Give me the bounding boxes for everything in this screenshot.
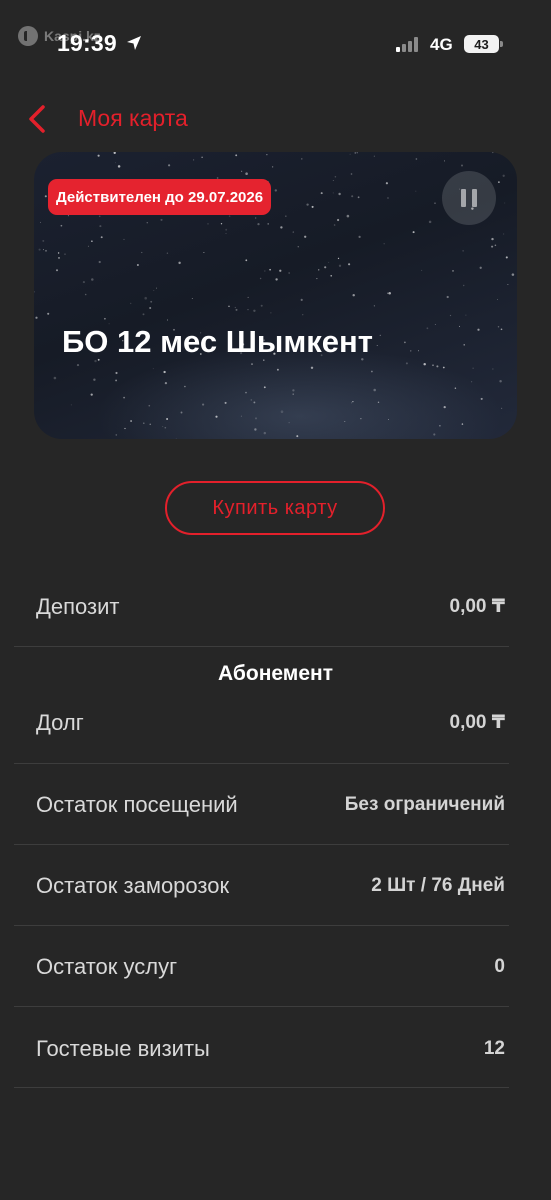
validity-badge: Действителен до 29.07.2026: [48, 179, 272, 215]
battery-tip: [500, 41, 503, 47]
freezes-left-row: Остаток заморозок 2 Шт / 76 Дней: [14, 845, 509, 926]
card-title: БО 12 мес Шымкент: [62, 324, 373, 359]
pause-icon-bar: [472, 189, 477, 207]
debt-row: Долг 0,00 ₸: [14, 700, 509, 764]
debt-label: Долг: [36, 710, 84, 735]
network-type: 4G: [430, 35, 453, 54]
freezes-left-value: 2 Шт / 76 Дней: [371, 875, 505, 896]
visits-left-row: Остаток посещений Без ограничений: [14, 764, 509, 845]
guest-visits-value: 12: [483, 1038, 505, 1059]
status-bar: Kaspi.kz 19:39 4G 43: [0, 0, 551, 90]
deposit-label: Депозит: [36, 594, 120, 619]
guest-visits-label: Гостевые визиты: [36, 1036, 210, 1061]
location-arrow-icon: [127, 36, 141, 50]
debt-value: 0,00 ₸: [449, 712, 505, 733]
deposit-value: 0,00 ₸: [449, 596, 505, 617]
pause-icon: [461, 189, 466, 207]
signal-bars-icon: [396, 37, 418, 52]
services-left-label: Остаток услуг: [36, 954, 178, 979]
chevron-left-icon: [29, 105, 45, 133]
battery-icon: 43: [464, 35, 499, 53]
page-title: Моя карта: [78, 105, 188, 131]
battery-level: 43: [474, 36, 489, 52]
header: Моя карта: [0, 90, 551, 150]
visits-left-label: Остаток посещений: [36, 792, 238, 817]
services-left-row: Остаток услуг 0: [14, 926, 509, 1007]
status-time: 19:39: [57, 30, 117, 56]
services-left-value: 0: [494, 956, 505, 977]
freezes-left-label: Остаток заморозок: [36, 873, 230, 898]
guest-visits-row: Гостевые визиты 12: [14, 1007, 509, 1088]
divider: [14, 646, 509, 647]
kaspi-logo-icon: [18, 26, 38, 46]
visits-left-value: Без ограничений: [344, 794, 505, 815]
back-button[interactable]: [20, 102, 54, 136]
membership-card: Действителен до 29.07.2026 БО 12 мес Шым…: [34, 152, 517, 439]
deposit-row: Депозит 0,00 ₸: [14, 585, 509, 647]
section-title-subscription: Абонемент: [218, 662, 333, 685]
divider: [14, 1087, 509, 1088]
pause-button[interactable]: [442, 171, 496, 225]
buy-card-button[interactable]: Купить карту: [165, 481, 385, 535]
